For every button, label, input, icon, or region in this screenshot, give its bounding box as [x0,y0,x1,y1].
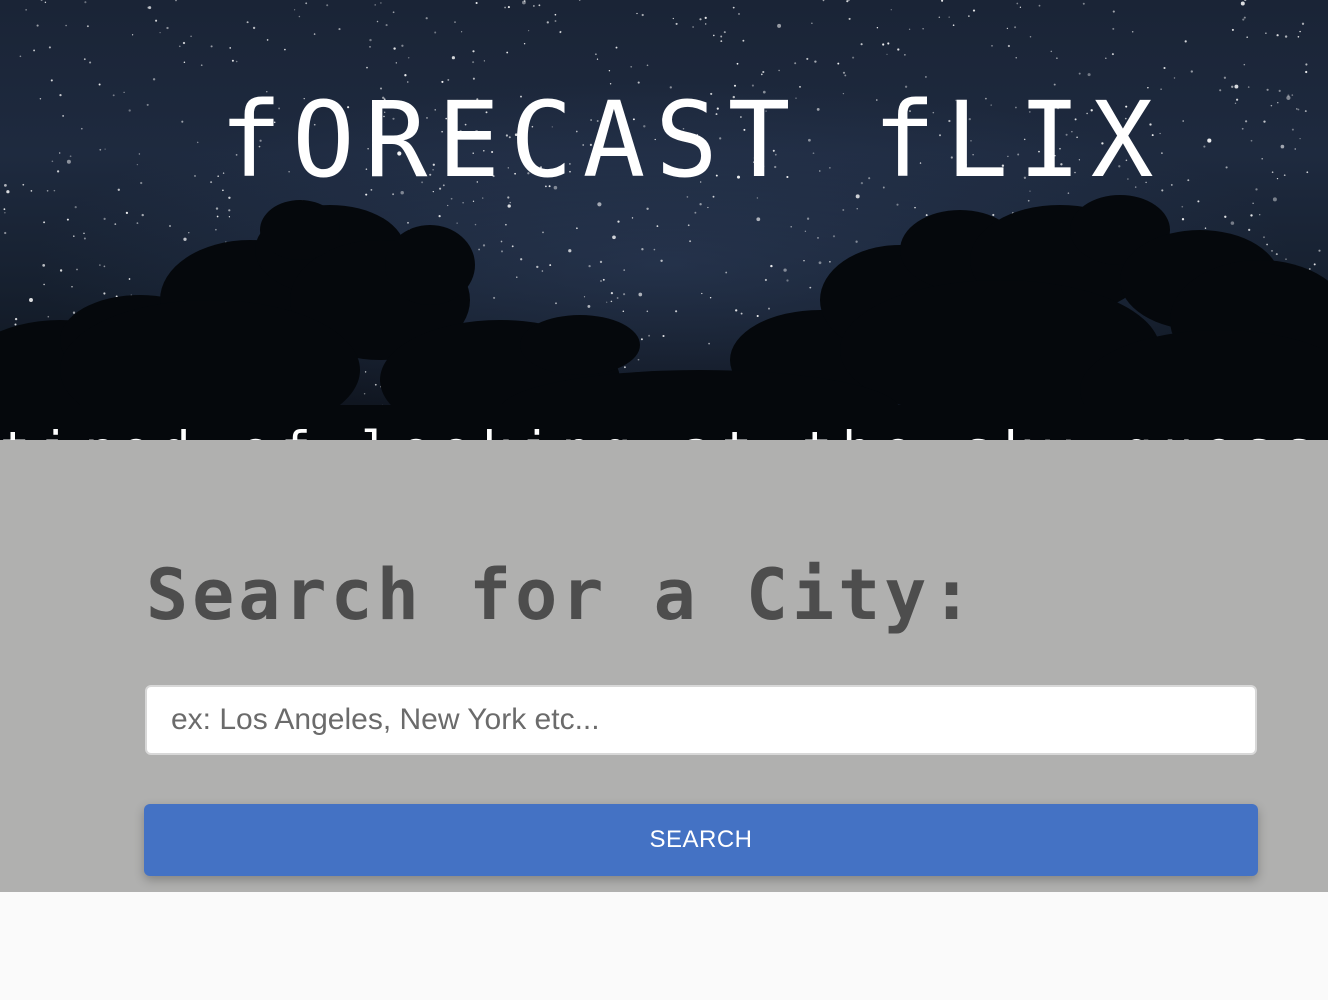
city-search-input[interactable] [145,685,1257,755]
page-footer-area [0,892,1328,1000]
search-heading: Search for a City: [146,554,977,636]
search-button[interactable]: SEARCH [144,804,1258,876]
app-title: fORECAST fLIX [219,79,1164,201]
app-tagline: tired of looking at the sky guessing the… [0,420,1328,440]
hero-banner: fORECAST fLIX tired of looking at the sk… [0,0,1328,440]
search-panel: Search for a City: SEARCH [0,440,1328,892]
tree-silhouette-image [0,195,1328,440]
